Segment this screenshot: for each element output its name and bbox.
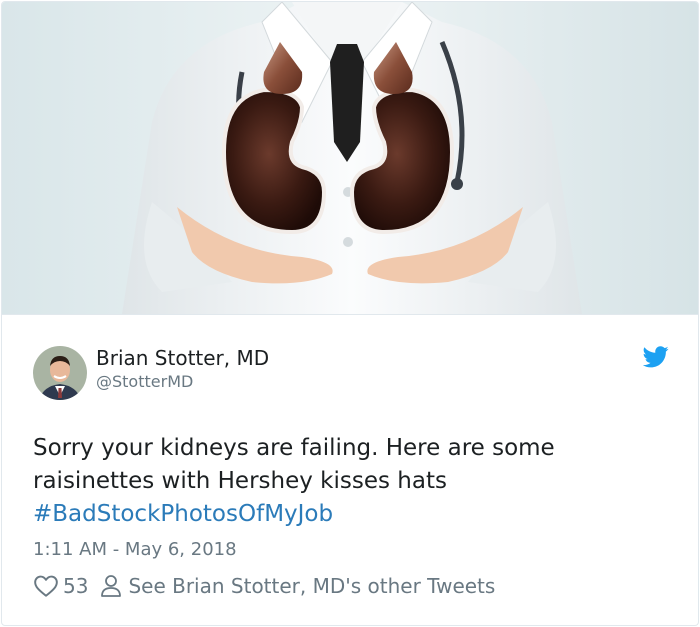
other-tweets-link[interactable]: See Brian Stotter, MD's other Tweets (128, 574, 495, 598)
tweet-text: Sorry your kidneys are failing. Here are… (33, 432, 653, 531)
like-count[interactable]: 53 (63, 574, 88, 598)
hashtag-link[interactable]: #BadStockPhotosOfMyJob (33, 501, 333, 527)
photo-divider (2, 314, 698, 315)
tweet-actions: 53 See Brian Stotter, MD's other Tweets (33, 571, 495, 601)
tweet-body: Sorry your kidneys are failing. Here are… (33, 435, 555, 494)
author-handle[interactable]: @StotterMD (96, 372, 193, 392)
tweet-photo[interactable] (2, 2, 698, 314)
person-icon[interactable] (100, 574, 122, 598)
tweet-timestamp[interactable]: 1:11 AM - May 6, 2018 (33, 538, 237, 562)
author-avatar[interactable] (33, 346, 87, 400)
twitter-bird-icon[interactable] (643, 346, 669, 368)
author-name[interactable]: Brian Stotter, MD (96, 346, 269, 370)
heart-icon[interactable] (33, 573, 59, 599)
tweet-card: Brian Stotter, MD @StotterMD Sorry your … (1, 1, 699, 626)
